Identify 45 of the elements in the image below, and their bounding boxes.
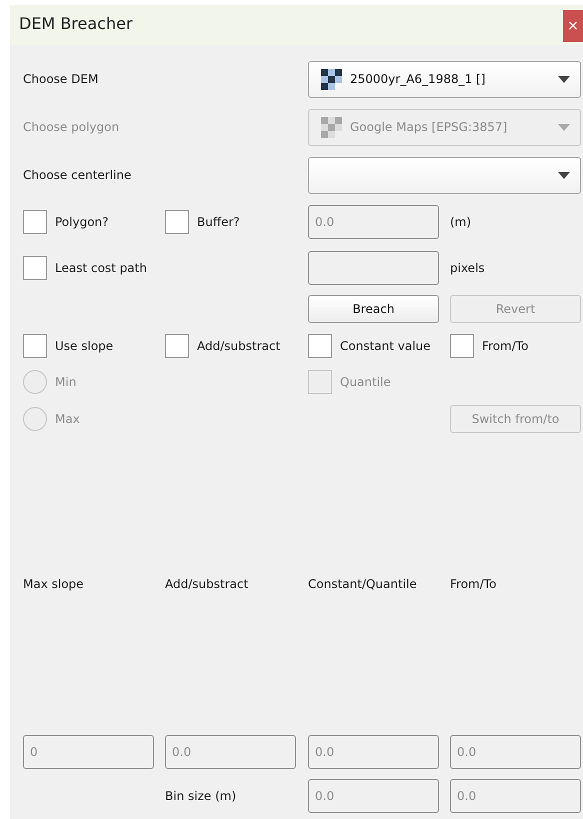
- column-label: Max slope: [23, 577, 85, 591]
- checkbox-label: Buffer?: [197, 215, 240, 229]
- input-field[interactable]: 0.0: [165, 735, 296, 769]
- input-field[interactable]: 0.0: [308, 779, 439, 813]
- close-button[interactable]: ×: [563, 10, 583, 42]
- checkbox[interactable]: [165, 210, 189, 234]
- dropdown-arrow-icon: [558, 172, 570, 178]
- checkbox-label: Use slope: [55, 339, 114, 353]
- raster-layer-icon: [321, 116, 342, 138]
- unit-label: pixels: [450, 261, 486, 275]
- checkbox-label: From/To: [482, 339, 528, 353]
- action-button[interactable]: Breach: [308, 295, 439, 323]
- checkbox-label: Least cost path: [55, 261, 147, 275]
- input-field[interactable]: 0.0: [308, 205, 439, 239]
- checkbox-label: Constant value: [340, 339, 431, 353]
- checkbox[interactable]: [23, 256, 47, 280]
- column-label: From/To: [450, 577, 498, 591]
- field-label: Choose DEM: [23, 72, 100, 86]
- checkbox-label: Quantile: [340, 375, 391, 389]
- checkbox[interactable]: [308, 334, 332, 358]
- layer-dropdown[interactable]: [308, 156, 581, 194]
- raster-layer-icon: [321, 68, 342, 90]
- unit-label: (m): [450, 215, 472, 229]
- window-title: DEM Breacher: [18, 13, 133, 35]
- dropdown-arrow-icon: [558, 124, 570, 130]
- field-label: Choose polygon: [23, 120, 120, 134]
- column-label: Constant/Quantile: [308, 577, 418, 591]
- checkbox[interactable]: [23, 334, 47, 358]
- input-field[interactable]: 0.0: [450, 735, 581, 769]
- checkbox[interactable]: [23, 210, 47, 234]
- input-field[interactable]: 0.0: [450, 779, 581, 813]
- checkbox-label: Polygon?: [55, 215, 109, 229]
- radio-label: Min: [55, 375, 76, 389]
- checkbox[interactable]: [450, 334, 474, 358]
- dropdown-arrow-icon: [558, 76, 570, 82]
- checkbox[interactable]: [165, 334, 189, 358]
- radio-label: Max: [55, 412, 80, 426]
- field-label: Bin size (m): [165, 789, 238, 803]
- field-label: Choose centerline: [23, 168, 132, 182]
- input-field[interactable]: 0.0: [308, 735, 439, 769]
- input-field[interactable]: 0: [23, 735, 154, 769]
- layer-dropdown[interactable]: 25000yr_A6_1988_1 []: [308, 60, 581, 98]
- checkbox-label: Add/substract: [197, 339, 280, 353]
- column-label: Add/substract: [165, 577, 250, 591]
- input-field[interactable]: [308, 251, 439, 285]
